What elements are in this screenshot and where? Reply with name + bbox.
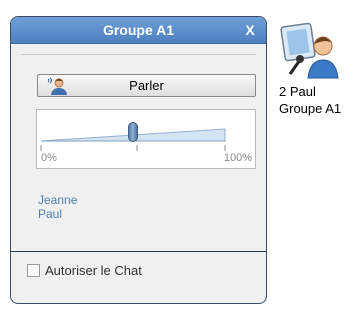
- talk-button-label: Parler: [129, 78, 164, 93]
- divider: [11, 251, 266, 252]
- volume-track: [40, 128, 226, 151]
- close-button[interactable]: X: [243, 17, 257, 43]
- user-monitor-icon[interactable]: [280, 20, 340, 82]
- allow-chat-checkbox[interactable]: [27, 264, 40, 277]
- volume-min-label: 0%: [41, 152, 57, 164]
- user-tile-group: Groupe A1: [279, 101, 342, 116]
- panel-title: Groupe A1: [102, 22, 175, 38]
- group-panel: Groupe A1 X Parler 0% 100% Jeanne Paul A…: [10, 16, 267, 304]
- member-name: Jeanne: [38, 193, 78, 207]
- speaking-user-icon: [47, 77, 67, 95]
- allow-chat-label[interactable]: Autoriser le Chat: [45, 263, 142, 278]
- user-tile-name: 2 Paul: [279, 84, 316, 99]
- panel-title-bar: Groupe A1 X: [11, 17, 266, 44]
- volume-thumb[interactable]: [128, 122, 138, 142]
- volume-slider[interactable]: 0% 100%: [36, 109, 256, 169]
- member-name: Paul: [38, 207, 63, 221]
- talk-button[interactable]: Parler: [37, 74, 256, 97]
- divider: [21, 54, 256, 55]
- volume-max-label: 100%: [223, 152, 252, 164]
